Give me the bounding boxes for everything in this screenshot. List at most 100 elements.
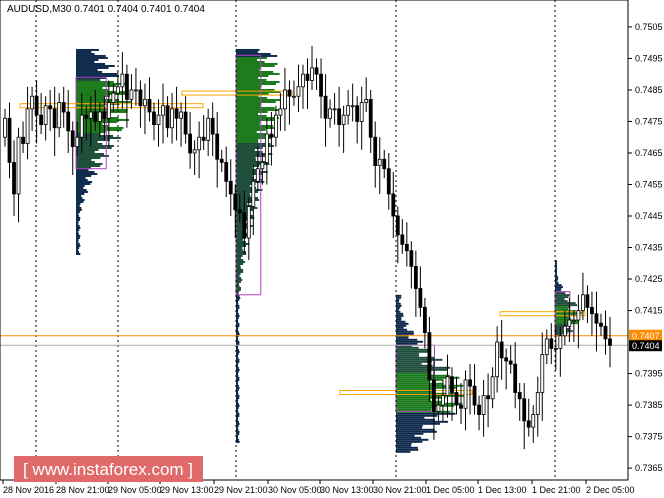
candle <box>332 93 337 125</box>
profile-bar <box>555 294 570 297</box>
profile-bar <box>236 436 238 439</box>
profile-bar <box>236 312 239 315</box>
profile-bar <box>396 436 422 439</box>
profile-bar <box>396 320 406 323</box>
profile-bar <box>396 340 423 343</box>
profile-bar <box>236 366 239 369</box>
candle-body <box>161 105 165 116</box>
profile-bar <box>555 306 571 309</box>
profile-bar <box>236 166 253 169</box>
profile-bar <box>236 258 244 261</box>
profile-bar <box>76 56 108 59</box>
candle <box>34 80 39 144</box>
profile-bar <box>76 192 85 195</box>
candle <box>445 354 450 418</box>
profile-bar <box>555 324 570 327</box>
candle-body <box>97 111 102 122</box>
profile-bar <box>236 402 239 405</box>
profile-bar <box>76 66 109 69</box>
time-tick-label: 1 Dec 21:00 <box>532 485 581 495</box>
profile-bar <box>76 244 81 247</box>
candle-body <box>585 294 590 308</box>
candle <box>504 348 509 390</box>
candle-body <box>319 73 323 97</box>
profile-bar <box>236 360 240 363</box>
candle <box>301 64 305 109</box>
profile-bar <box>236 58 258 61</box>
candle-body <box>192 149 197 154</box>
profile-bar <box>236 266 241 269</box>
profile-bar <box>236 432 240 435</box>
candle-body <box>459 404 463 409</box>
candle-body <box>246 206 251 239</box>
profile-bar <box>76 242 80 245</box>
profile-bar <box>76 58 99 61</box>
watermark[interactable]: [ www.instaforex.com ] <box>14 456 203 482</box>
profile-bar <box>76 212 79 215</box>
profile-bar <box>236 140 259 143</box>
candle <box>350 83 355 122</box>
time-tick-label: 29 Nov 05:00 <box>108 485 162 495</box>
profile-bar <box>76 238 79 241</box>
price-tick-label: 0.7465 <box>635 148 663 158</box>
profile-bar <box>236 164 260 167</box>
candle <box>305 58 310 109</box>
candle-body <box>341 114 346 126</box>
profile-bar <box>236 124 274 127</box>
profile-bar <box>236 62 278 65</box>
candle-body <box>486 395 490 400</box>
watermark-text: [ www.instaforex.com ] <box>23 460 193 479</box>
candle <box>120 52 125 109</box>
profile-bar <box>555 304 578 307</box>
profile-bar <box>76 230 79 233</box>
ask-tag-label: 0.7407 <box>632 331 660 341</box>
profile-bar <box>396 380 430 383</box>
candle-body <box>314 67 319 75</box>
profile-bar <box>236 162 270 165</box>
profile-bar <box>236 386 240 389</box>
candle <box>549 323 554 365</box>
candle-body <box>57 102 62 129</box>
profile-bar <box>236 174 253 177</box>
candle-body <box>373 136 378 166</box>
profile-bar <box>396 400 444 403</box>
profile-bar <box>76 50 92 53</box>
profile-bar <box>236 314 240 317</box>
candle-body <box>599 322 603 327</box>
profile-bar <box>555 284 562 287</box>
price-chart[interactable]: 0.7505 0.7495 0.7485 0.7475 0.7465 0.7455 0.74… <box>0 0 664 498</box>
candle <box>486 373 490 428</box>
price-tick-label: 0.7445 <box>635 211 663 221</box>
candle-body <box>269 133 274 138</box>
profile-bar <box>76 210 81 213</box>
candle-body <box>264 133 269 163</box>
candle-body <box>260 162 265 170</box>
profile-bar <box>236 406 239 409</box>
profile-bar <box>76 54 106 57</box>
profile-bar <box>76 168 89 171</box>
profile-bar <box>76 160 95 163</box>
profile-bar <box>76 236 80 239</box>
candle <box>57 93 62 138</box>
profile-bar <box>76 240 79 243</box>
profile-bar <box>396 398 431 401</box>
candle-body <box>422 306 427 334</box>
candle <box>170 93 174 144</box>
profile-bar <box>396 354 419 357</box>
candle <box>165 96 170 138</box>
profile-bar <box>236 296 241 299</box>
candle-body <box>386 168 391 195</box>
profile-bar <box>76 220 79 223</box>
profile-bar <box>396 446 418 449</box>
volume-profile <box>19 48 204 255</box>
candle-body <box>224 162 229 182</box>
profile-bar <box>76 226 81 229</box>
profile-bar <box>236 392 239 395</box>
profile-bar <box>555 292 566 295</box>
candle-body <box>368 98 373 138</box>
profile-bar <box>76 206 82 209</box>
candle <box>531 405 536 443</box>
profile-bar <box>76 80 114 83</box>
profile-bar <box>76 200 84 203</box>
candle-body <box>143 98 147 107</box>
